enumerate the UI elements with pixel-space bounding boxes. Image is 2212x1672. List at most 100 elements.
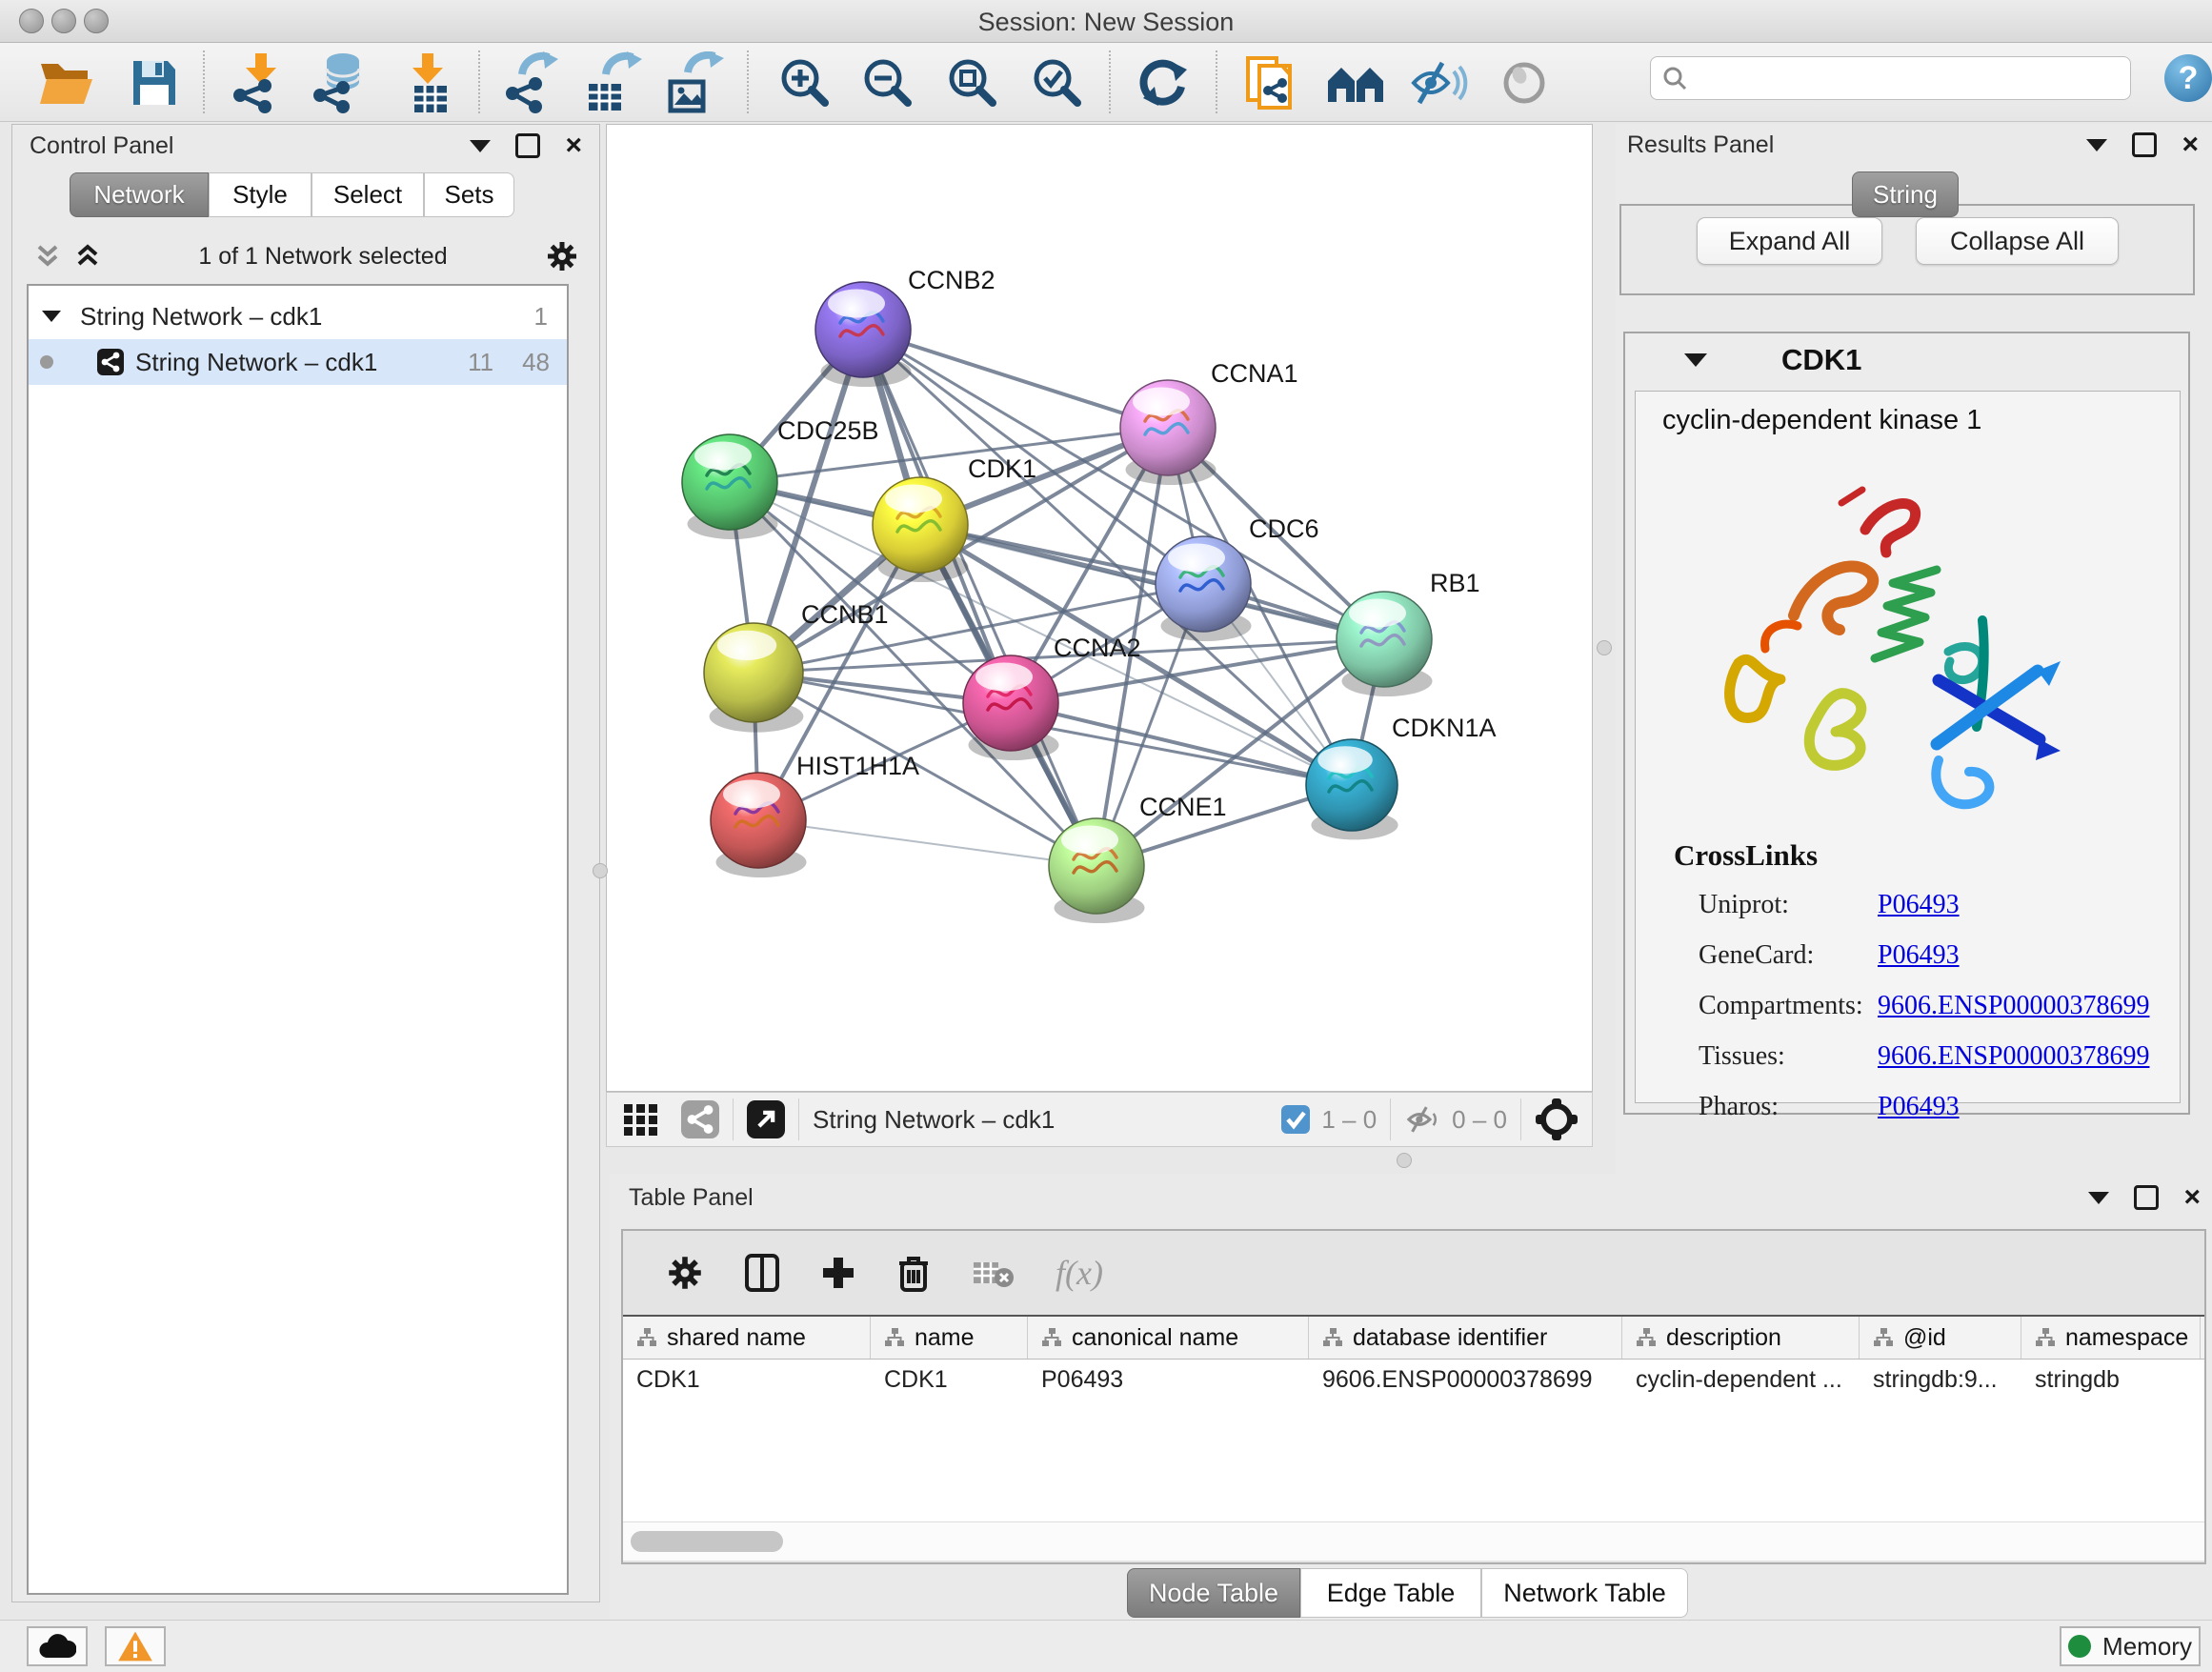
table-panel-title: Table Panel	[629, 1184, 754, 1212]
grid-view-icon[interactable]	[620, 1098, 662, 1140]
crosslink-row: Uniprot:P06493	[1699, 890, 1960, 920]
column-header-name[interactable]: name	[871, 1317, 1028, 1359]
table-options-gear-icon[interactable]	[667, 1255, 703, 1291]
fit-content-icon[interactable]	[1535, 1098, 1579, 1141]
help-button[interactable]: ?	[2164, 54, 2212, 102]
crosslink-label: GeneCard:	[1699, 940, 1878, 971]
network-view-title: String Network – cdk1	[813, 1105, 1055, 1135]
node-label-CDK1: CDK1	[968, 454, 1036, 483]
splitter-handle[interactable]	[1597, 640, 1612, 655]
splitter-handle[interactable]	[593, 863, 608, 878]
warning-icon	[116, 1630, 154, 1662]
panel-close-icon[interactable]: ×	[565, 136, 582, 155]
import-network-database-icon[interactable]	[306, 52, 374, 113]
export-network-icon[interactable]	[496, 52, 565, 113]
collapse-all-button[interactable]: Collapse All	[1916, 217, 2119, 265]
table-cell[interactable]: stringdb	[2021, 1360, 2201, 1400]
splitter-handle[interactable]	[1397, 1153, 1412, 1168]
export-table-icon[interactable]	[578, 52, 647, 113]
panel-menu-icon[interactable]	[2088, 1192, 2109, 1204]
export-image-icon[interactable]	[660, 52, 729, 113]
node-label-CCNB1: CCNB1	[801, 600, 889, 629]
zoom-selected-icon[interactable]	[1023, 52, 1092, 113]
select-columns-icon[interactable]	[745, 1254, 779, 1292]
table-cell[interactable]: cyclin-dependent ...	[1622, 1360, 1860, 1400]
column-header--id[interactable]: @id	[1860, 1317, 2021, 1359]
collection-expand-icon[interactable]	[42, 311, 61, 322]
table-cell[interactable]: 9606.ENSP00000378699	[1309, 1360, 1622, 1400]
tab-node-table[interactable]: Node Table	[1127, 1568, 1300, 1618]
open-in-window-icon[interactable]	[747, 1100, 785, 1138]
crosslinks-list: Uniprot:P06493GeneCard:P06493Compartment…	[1636, 873, 2180, 1149]
column-header-description[interactable]: description	[1622, 1317, 1860, 1359]
houses-icon[interactable]	[1322, 52, 1391, 113]
crosslink-value-link[interactable]: P06493	[1878, 890, 1960, 919]
gene-collapse-icon[interactable]	[1684, 353, 1707, 367]
network-row[interactable]: String Network – cdk1 11 48	[29, 339, 567, 385]
search-box[interactable]	[1650, 56, 2131, 100]
add-column-icon[interactable]	[821, 1256, 855, 1290]
panel-float-icon[interactable]	[515, 133, 540, 158]
selected-checkbox-icon[interactable]	[1281, 1105, 1310, 1134]
import-network-icon[interactable]	[225, 52, 293, 113]
table-cell[interactable]: stringdb:9...	[1860, 1360, 2021, 1400]
column-header-database-identifier[interactable]: database identifier	[1309, 1317, 1622, 1359]
tab-string[interactable]: String	[1852, 171, 1959, 217]
table-header-row[interactable]: shared namenamecanonical namedatabase id…	[623, 1315, 2204, 1360]
expand-all-icon[interactable]	[75, 243, 100, 270]
table-hscrollbar[interactable]	[623, 1521, 2204, 1561]
gene-section-header[interactable]: CDK1	[1625, 333, 2188, 387]
crosslink-value-link[interactable]: 9606.ENSP00000378699	[1878, 991, 2149, 1020]
gear-icon[interactable]	[546, 240, 578, 272]
hide-selected-icon[interactable]	[1405, 52, 1474, 113]
cloud-button[interactable]	[27, 1626, 88, 1666]
panel-float-icon[interactable]	[2132, 132, 2157, 157]
tab-select[interactable]: Select	[312, 172, 424, 217]
tab-style[interactable]: Style	[209, 172, 312, 217]
column-header-namespace[interactable]: namespace	[2021, 1317, 2201, 1359]
panel-menu-icon[interactable]	[470, 140, 491, 152]
panel-float-icon[interactable]	[2134, 1185, 2159, 1210]
save-session-icon[interactable]	[120, 52, 189, 113]
table-body[interactable]: CDK1CDK1P064939606.ENSP00000378699cyclin…	[623, 1360, 2204, 1521]
memory-button[interactable]: Memory	[2060, 1626, 2201, 1666]
tab-edge-table[interactable]: Edge Table	[1300, 1568, 1481, 1618]
zoom-out-icon[interactable]	[854, 52, 922, 113]
hscrollbar-thumb[interactable]	[631, 1531, 783, 1552]
zoom-fit-icon[interactable]	[938, 52, 1007, 113]
tab-network-table[interactable]: Network Table	[1481, 1568, 1688, 1618]
crosslink-value-link[interactable]: P06493	[1878, 1092, 1960, 1121]
network-collection-row[interactable]: String Network – cdk1 1	[29, 293, 567, 339]
node-label-CDKN1A: CDKN1A	[1392, 714, 1497, 742]
panel-close-icon[interactable]: ×	[2183, 1188, 2201, 1207]
network-graph[interactable]: CCNB2CCNA1CDC25BCDK1CDC6RB1CCNB1CCNA2CDK…	[607, 125, 1592, 1091]
memory-status-dot	[2068, 1635, 2091, 1658]
zoom-in-icon[interactable]	[771, 52, 839, 113]
show-eye-icon[interactable]	[1490, 52, 1558, 113]
open-session-icon[interactable]	[32, 52, 101, 113]
table-cell[interactable]: CDK1	[871, 1360, 1028, 1400]
panel-close-icon[interactable]: ×	[2182, 135, 2199, 154]
column-header-canonical-name[interactable]: canonical name	[1028, 1317, 1309, 1359]
table-cell[interactable]: CDK1	[623, 1360, 871, 1400]
hidden-eye-icon[interactable]	[1404, 1104, 1440, 1135]
import-table-icon[interactable]	[392, 52, 461, 113]
collapse-all-icon[interactable]	[35, 243, 60, 270]
expand-all-button[interactable]: Expand All	[1697, 217, 1882, 265]
panel-menu-icon[interactable]	[2086, 139, 2107, 151]
table-row[interactable]: CDK1CDK1P064939606.ENSP00000378699cyclin…	[623, 1360, 2204, 1400]
tab-network[interactable]: Network	[70, 172, 209, 217]
refresh-icon[interactable]	[1130, 52, 1198, 113]
crosslink-value-link[interactable]: 9606.ENSP00000378699	[1878, 1041, 2149, 1071]
column-header-shared-name[interactable]: shared name	[623, 1317, 871, 1359]
delete-column-icon[interactable]	[897, 1254, 930, 1292]
table-cell[interactable]: P06493	[1028, 1360, 1309, 1400]
network-view[interactable]: CCNB2CCNA1CDC25BCDK1CDC6RB1CCNB1CCNA2CDK…	[606, 124, 1593, 1092]
search-input[interactable]	[1687, 64, 2101, 92]
share-view-icon[interactable]	[681, 1100, 719, 1138]
main-toolbar: ?	[0, 43, 2212, 122]
warning-button[interactable]	[105, 1626, 166, 1666]
crosslink-value-link[interactable]: P06493	[1878, 940, 1960, 970]
document-network-icon[interactable]	[1237, 52, 1305, 113]
tab-sets[interactable]: Sets	[424, 172, 514, 217]
